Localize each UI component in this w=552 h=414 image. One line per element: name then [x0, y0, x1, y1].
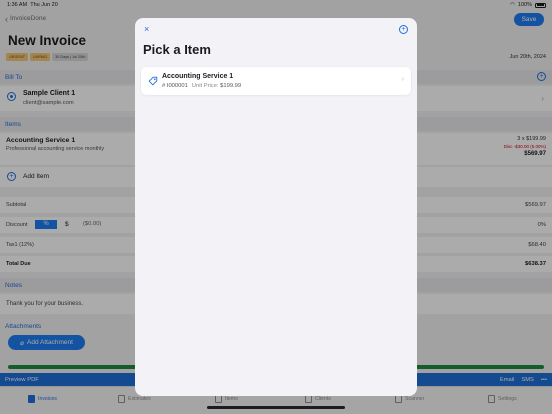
- item-option-sku: # I000001: [162, 83, 188, 89]
- pick-item-sheet: × + Pick a Item Accounting Service 1 # I…: [135, 18, 417, 396]
- close-icon[interactable]: ×: [144, 24, 149, 34]
- item-option-details: # I000001 Unit Price: $199.99: [162, 83, 241, 89]
- home-indicator: [207, 406, 345, 409]
- item-option-price-label: Unit Price:: [191, 83, 219, 89]
- item-option-price: $199.99: [220, 83, 242, 89]
- item-option[interactable]: Accounting Service 1 # I000001 Unit Pric…: [141, 67, 411, 95]
- item-option-name: Accounting Service 1: [162, 73, 234, 80]
- tag-icon: [148, 76, 158, 86]
- chevron-right-icon: ›: [401, 76, 404, 83]
- add-new-item-icon[interactable]: +: [399, 25, 408, 34]
- sheet-title: Pick a Item: [143, 42, 211, 57]
